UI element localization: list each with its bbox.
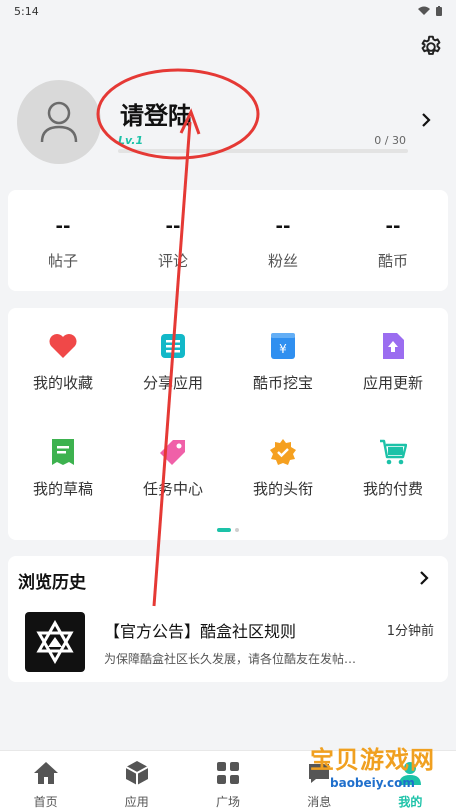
feature-app-update[interactable]: 应用更新 [338,320,448,426]
page-indicator [8,528,448,532]
profile-icon [399,762,422,785]
username[interactable]: 请登陆 [120,96,192,131]
tab-label: 广场 [216,795,241,809]
page-dot [235,528,239,532]
stat-value: -- [55,216,71,237]
feature-label: 任务中心 [142,480,203,498]
tab-label: 首页 [33,795,58,809]
tab-label: 消息 [307,795,332,809]
feature-label: 酷币挖宝 [252,374,313,392]
draft-icon [52,439,74,465]
features-card: 我的收藏 分享应用 ¥ 酷币挖宝 应用更新 我的草稿 任务中心 我的头衔 我的付 [8,308,448,540]
stat-value: -- [165,216,181,237]
settings-button[interactable] [416,32,446,62]
stat-label: 评论 [157,252,188,270]
feature-label: 我的头衔 [252,480,313,498]
history-title: 浏览历史 [18,573,86,593]
feature-label: 分享应用 [142,374,203,392]
avatar[interactable] [17,80,101,164]
bottom-tab-bar: 首页 应用 广场 消息 我的 [0,750,456,812]
user-icon [40,101,78,143]
share-app-icon [161,334,185,358]
feature-task-center[interactable]: 任务中心 [118,426,228,532]
status-icons [418,6,442,16]
feature-share-app[interactable]: 分享应用 [118,320,228,426]
app-cube-icon [125,761,149,785]
tab-label: 我的 [398,795,423,809]
grid-icon [217,762,239,784]
coin-box-icon: ¥ [271,333,295,359]
message-icon [309,764,330,783]
page-dot-active [217,528,231,532]
stat-label: 帖子 [47,252,78,270]
feature-my-payments[interactable]: 我的付费 [338,426,448,532]
stat-followers[interactable]: -- 粉丝 [228,190,338,291]
feature-drafts[interactable]: 我的草稿 [8,426,118,532]
gear-icon [421,35,441,55]
history-item-title: 【官方公告】酷盒社区规则 [104,622,297,641]
tab-home[interactable]: 首页 [0,751,91,812]
feature-my-title[interactable]: 我的头衔 [228,426,338,532]
history-item-desc: 为保障酷盒社区长久发展，请各位酷友在发帖… [104,652,357,666]
star-logo-icon [36,620,74,664]
status-time: 5:14 [14,4,39,18]
tab-label: 应用 [124,795,149,809]
stat-value: -- [275,216,291,237]
history-card: 浏览历史 【官方公告】酷盒社区规则 1分钟前 为保障酷盒社区长久发展，请各位酷友… [8,556,448,682]
stat-label: 酷币 [377,252,408,270]
tab-messages[interactable]: 消息 [274,751,365,812]
stats-card: -- 帖子 -- 评论 -- 粉丝 -- 酷币 [8,190,448,291]
history-item[interactable]: 【官方公告】酷盒社区规则 1分钟前 为保障酷盒社区长久发展，请各位酷友在发帖… [8,608,448,676]
stat-coins[interactable]: -- 酷币 [338,190,448,291]
svg-text:¥: ¥ [279,342,287,356]
cart-icon [380,439,407,465]
stat-comments[interactable]: -- 评论 [118,190,228,291]
history-thumbnail [25,612,85,672]
stat-value: -- [385,216,401,237]
heart-icon [49,334,77,358]
battery-icon [436,6,442,16]
stat-label: 粉丝 [267,252,298,270]
feature-label: 我的付费 [362,480,423,498]
profile-header[interactable]: 请登陆 Lv.1 0 / 30 [0,72,456,172]
feature-label: 我的收藏 [32,374,93,392]
chevron-right-icon[interactable] [414,568,434,588]
tab-apps[interactable]: 应用 [91,751,182,812]
update-icon [383,333,404,359]
tab-mine[interactable]: 我的 [365,751,456,812]
wifi-icon [418,6,430,15]
badge-icon [270,439,296,465]
tab-square[interactable]: 广场 [182,751,273,812]
xp-text: 0 / 30 [374,134,406,147]
feature-label: 我的草稿 [32,480,93,498]
tag-icon [160,440,185,465]
history-item-time: 1分钟前 [386,624,434,639]
xp-progress-bar [118,149,408,153]
feature-coin-dig[interactable]: ¥ 酷币挖宝 [228,320,338,426]
feature-label: 应用更新 [362,374,423,392]
chevron-right-icon[interactable] [416,110,436,130]
stat-posts[interactable]: -- 帖子 [8,190,118,291]
home-icon [33,762,58,784]
feature-favorites[interactable]: 我的收藏 [8,320,118,426]
status-bar: 5:14 [0,0,456,22]
level-badge: Lv.1 [118,134,144,147]
